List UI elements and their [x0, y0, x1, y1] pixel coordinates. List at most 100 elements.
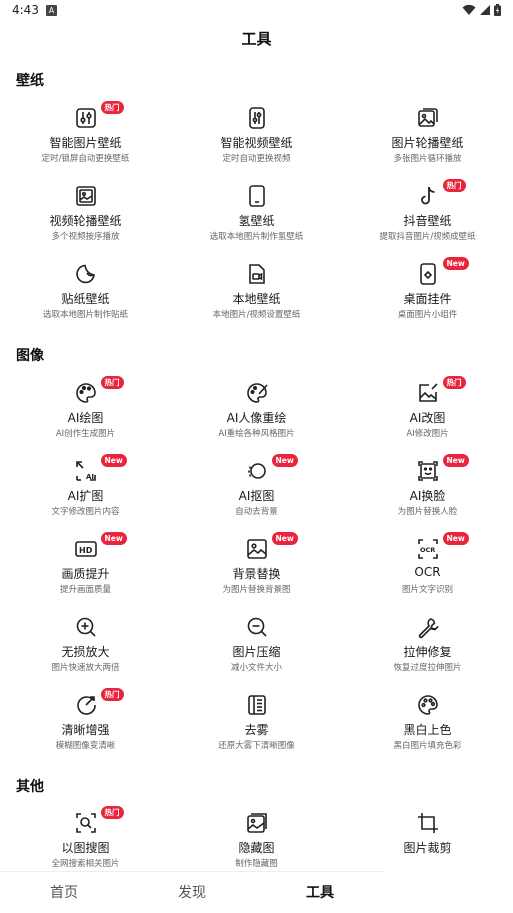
image-search-icon	[74, 811, 98, 835]
tool-sticker-wallpaper[interactable]: 贴纸壁纸 选取本地图片制作贴纸	[0, 262, 171, 338]
tool-clarity-enhance[interactable]: 热门 清晰增强 模糊图像变清晰	[0, 688, 171, 769]
tool-ocr[interactable]: OCR New OCR 图片文字识别	[342, 532, 513, 613]
tool-name: 图片裁剪	[403, 841, 452, 855]
tool-desc: 选取本地图片制作氢壁纸	[209, 232, 304, 242]
tool-name: AI人像重绘	[226, 411, 287, 425]
tool-desktop-widget[interactable]: New 桌面挂件 桌面图片小组件	[342, 257, 513, 338]
tool-ai-expand[interactable]: AI New AI扩图 文字修改图片内容	[0, 454, 171, 535]
clarity-icon	[74, 693, 98, 717]
tool-smart-video-wallpaper[interactable]: 智能视频壁纸 定时自动更换视频	[171, 106, 342, 182]
svg-text:AI: AI	[86, 473, 94, 481]
tool-desc: 图片快速放大两倍	[51, 663, 120, 673]
sticker-icon	[74, 262, 98, 286]
tool-ai-edit[interactable]: 热门 AI改图 AI修改图片	[342, 376, 513, 457]
tool-desc: 桌面图片小组件	[397, 310, 458, 320]
tool-name: 视频轮播壁纸	[49, 214, 122, 228]
tool-colorize[interactable]: 黑白上色 黑白图片填充色彩	[342, 693, 513, 769]
battery-icon	[494, 4, 501, 16]
tool-name: 图片压缩	[232, 645, 281, 659]
section-title-image: 图像	[16, 348, 44, 364]
tool-ai-portrait-redraw[interactable]: AI人像重绘 AI重绘各种风格图片	[171, 381, 342, 457]
sliders-icon	[74, 106, 98, 130]
tool-background-replace[interactable]: New 背景替换 为图片替换背景图	[171, 532, 342, 613]
hot-badge: 热门	[100, 101, 124, 114]
tool-desc: 多张图片循环播放	[393, 154, 462, 164]
tab-tools[interactable]: 工具	[256, 872, 384, 913]
tool-quality-enhance[interactable]: HD New 画质提升 提升画面质量	[0, 532, 171, 613]
palette-brush-icon	[245, 381, 269, 405]
tool-name: 清晰增强	[61, 723, 110, 737]
tool-desc: 多个视频按序播放	[51, 232, 120, 242]
tool-dehaze[interactable]: 去雾 还原大雾下清晰图像	[171, 693, 342, 769]
new-badge: New	[442, 532, 469, 545]
color-palette-icon	[416, 693, 440, 717]
zoom-in-icon	[74, 615, 98, 639]
dehaze-icon	[245, 693, 269, 717]
sliders-phone-icon	[245, 106, 269, 130]
status-icons	[462, 3, 501, 17]
palette-icon	[74, 381, 98, 405]
tool-image-compress[interactable]: 图片压缩 减小文件大小	[171, 615, 342, 691]
tool-stretch-fix[interactable]: 拉伸修复 恢复过度拉伸图片	[342, 615, 513, 691]
new-badge: New	[271, 532, 298, 545]
tool-desc: 为图片替换背景图	[222, 585, 291, 595]
tool-name: 以图搜图	[61, 841, 110, 855]
local-video-icon	[245, 262, 269, 286]
tool-name: 图片轮播壁纸	[391, 136, 464, 150]
tool-ai-cutout[interactable]: New AI抠图 自动去背景	[171, 454, 342, 535]
tool-ai-draw[interactable]: 热门 AI绘图 AI创作生成图片	[0, 376, 171, 457]
new-badge: New	[100, 532, 127, 545]
hd-icon: HD	[74, 537, 98, 561]
new-badge: New	[442, 454, 469, 467]
image-frame-icon	[74, 184, 98, 208]
cutout-icon	[245, 459, 269, 483]
tool-douyin-wallpaper[interactable]: 热门 抖音壁纸 提取抖音图片/视频成壁纸	[342, 179, 513, 260]
tool-desc: 文字修改图片内容	[51, 507, 120, 517]
tool-desc: AI创作生成图片	[55, 429, 116, 439]
tool-desc: 本地图片/视频设置壁纸	[212, 310, 301, 320]
tool-name: AI绘图	[67, 411, 104, 425]
tool-desc: 还原大雾下清晰图像	[218, 741, 295, 751]
svg-text:HD: HD	[79, 546, 93, 555]
image-stack-icon	[416, 106, 440, 130]
tool-hydrogen-wallpaper[interactable]: 氢壁纸 选取本地图片制作氢壁纸	[171, 184, 342, 260]
tool-desc: 提升画面质量	[59, 585, 111, 595]
hot-badge: 热门	[442, 376, 466, 389]
tool-name: 去雾	[244, 723, 269, 737]
ocr-icon: OCR	[416, 537, 440, 561]
hot-badge: 热门	[100, 688, 124, 701]
tool-name: 画质提升	[61, 567, 110, 581]
tab-home[interactable]: 首页	[0, 872, 128, 913]
tool-smart-pic-wallpaper[interactable]: 热门 智能图片壁纸 定时/锁屏自动更换壁纸	[0, 101, 171, 182]
tool-name: AI抠图	[238, 489, 275, 503]
status-bar: 4:43 A	[0, 0, 513, 22]
tool-name: 黑白上色	[403, 723, 452, 737]
tool-name: 贴纸壁纸	[61, 292, 110, 306]
tool-desc: 全网搜索相关图片	[51, 859, 120, 869]
hot-badge: 热门	[100, 806, 124, 819]
tool-desc: 模糊图像变清晰	[55, 741, 116, 751]
tool-video-carousel-wallpaper[interactable]: 视频轮播壁纸 多个视频按序播放	[0, 184, 171, 260]
image-icon	[245, 537, 269, 561]
tool-desc: 制作隐藏图	[235, 859, 278, 869]
tool-name: 本地壁纸	[232, 292, 281, 306]
svg-text:OCR: OCR	[420, 546, 435, 554]
tool-pic-carousel-wallpaper[interactable]: 图片轮播壁纸 多张图片循环播放	[342, 106, 513, 182]
crop-icon	[416, 811, 440, 835]
zoom-out-icon	[245, 615, 269, 639]
tool-name: 隐藏图	[238, 841, 275, 855]
tool-desc: 提取抖音图片/视频成壁纸	[379, 232, 476, 242]
tool-desc: AI修改图片	[406, 429, 449, 439]
wrench-icon	[416, 615, 440, 639]
image-edit-icon	[416, 381, 440, 405]
tool-name: OCR	[414, 565, 441, 579]
tool-desc: 选取本地图片制作贴纸	[42, 310, 128, 320]
tab-discover[interactable]: 发现	[128, 872, 256, 913]
tool-local-wallpaper[interactable]: 本地壁纸 本地图片/视频设置壁纸	[171, 262, 342, 338]
tool-lossless-upscale[interactable]: 无损放大 图片快速放大两倍	[0, 615, 171, 691]
new-badge: New	[271, 454, 298, 467]
bottom-tab-bar: 首页 发现 工具	[0, 871, 384, 913]
tool-name: AI改图	[409, 411, 446, 425]
tool-name: 智能视频壁纸	[220, 136, 293, 150]
tool-ai-face-swap[interactable]: New AI换脸 为图片替换人脸	[342, 454, 513, 535]
